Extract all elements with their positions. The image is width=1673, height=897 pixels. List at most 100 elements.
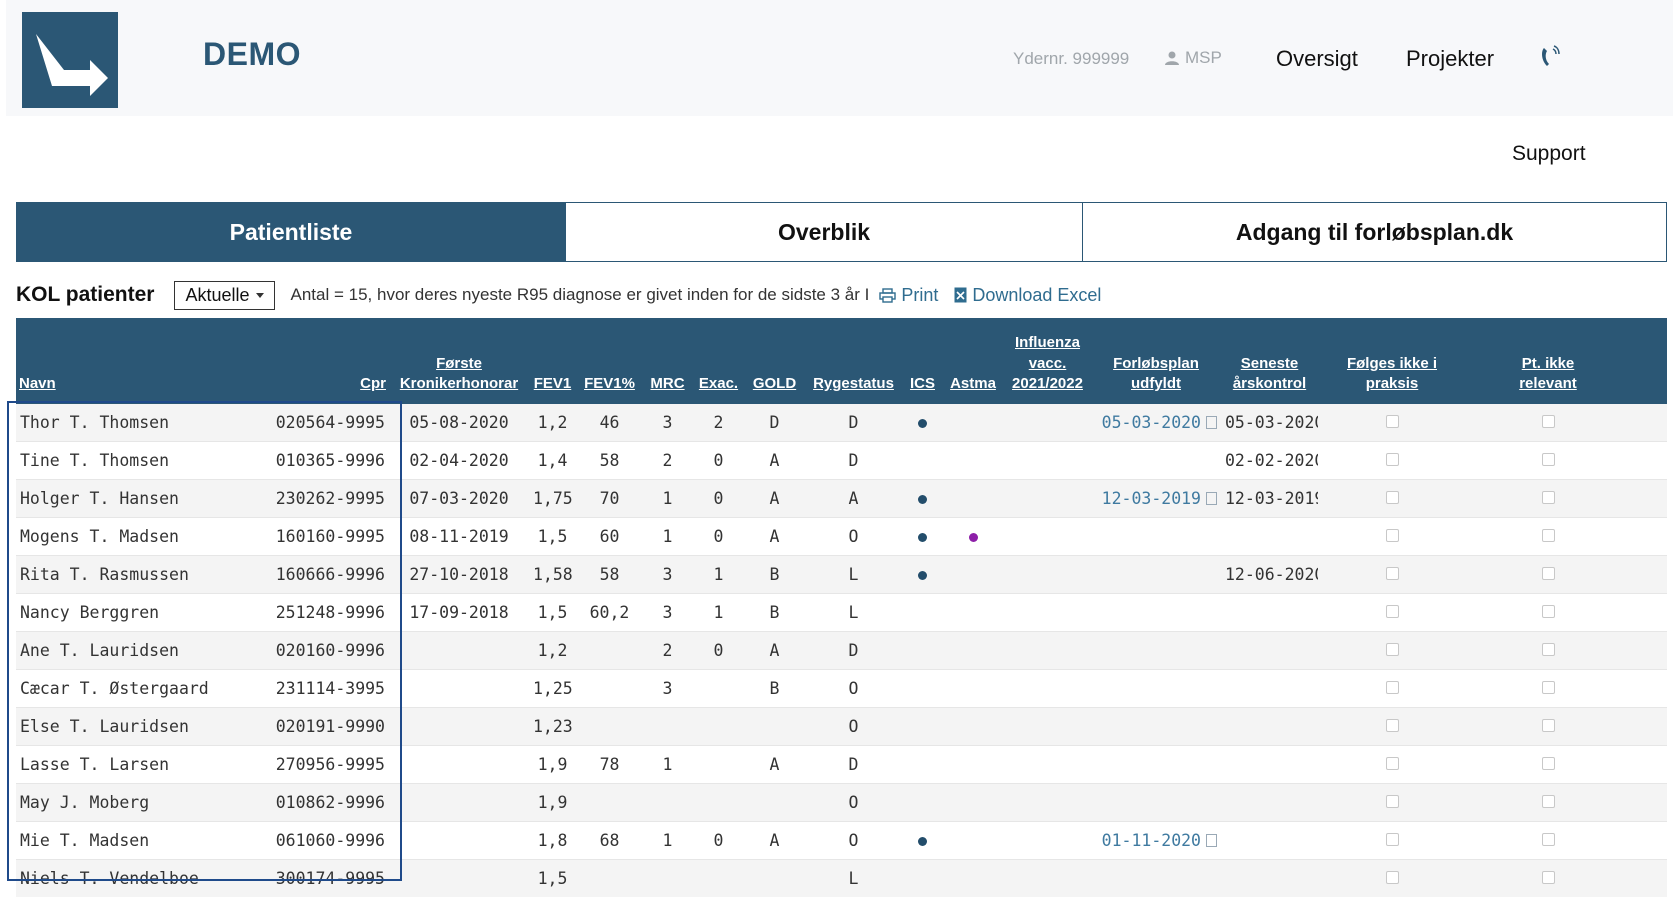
tab-adgang[interactable]: Adgang til forløbsplan.dk [1082,203,1666,261]
folges-ikke-checkbox[interactable] [1386,833,1399,846]
pt-ikke-relevant-checkbox[interactable] [1542,567,1555,580]
col-forste[interactable]: FørsteKronikerhonorar [389,318,529,404]
download-excel-link[interactable]: Download Excel [954,285,1101,306]
patient-name-link[interactable]: Cæcar T. Østergaard [16,670,261,708]
folges-ikke-checkbox[interactable] [1386,757,1399,770]
print-link[interactable]: Print [879,285,938,306]
col-pt-ikke-relevant[interactable]: Pt. ikkerelevant [1466,318,1667,404]
forste-kronikerhonorar-cell: 02-04-2020 [389,442,529,480]
col-seneste[interactable]: Senesteårskontrol [1221,318,1318,404]
ics-cell [903,518,942,556]
folges-ikke-checkbox[interactable] [1386,491,1399,504]
col-folges-ikke[interactable]: Følges ikke ipraksis [1318,318,1466,404]
table-row[interactable]: Lasse T. Larsen270956-99951,9781AD [16,746,1667,784]
forlobsplan-date-link[interactable]: 05-03-2020 [1102,413,1201,432]
patient-name-link[interactable]: Holger T. Hansen [16,480,261,518]
logo[interactable] [22,12,118,108]
pt-ikke-relevant-checkbox[interactable] [1542,681,1555,694]
download-label: Download Excel [972,285,1101,306]
col-fev1p[interactable]: FEV1% [576,318,643,404]
table-row[interactable]: Niels T. Vendelboe300174-99951,5L [16,860,1667,897]
table-row[interactable]: Holger T. Hansen230262-999507-03-20201,7… [16,480,1667,518]
patient-name-link[interactable]: Ane T. Lauridsen [16,632,261,670]
table-row[interactable]: Rita T. Rasmussen160666-999627-10-20181,… [16,556,1667,594]
pt-ikke-relevant-checkbox[interactable] [1542,605,1555,618]
col-forlobsplan[interactable]: Forløbsplanudfyldt [1091,318,1221,404]
status-dropdown[interactable]: Aktuelle [174,281,274,310]
table-row[interactable]: Mogens T. Madsen160160-999508-11-20191,5… [16,518,1667,556]
folges-ikke-checkbox[interactable] [1386,643,1399,656]
folges-ikke-checkbox[interactable] [1386,567,1399,580]
folges-ikke-checkbox[interactable] [1386,605,1399,618]
col-cpr[interactable]: Cpr [261,318,389,404]
forlobsplan-cell[interactable]: 01-11-2020 [1091,822,1221,860]
patient-name-link[interactable]: Lasse T. Larsen [16,746,261,784]
patient-name-link[interactable]: May J. Moberg [16,784,261,822]
pt-ikke-relevant-checkbox[interactable] [1542,453,1555,466]
cpr-cell: 231114-3995 [261,670,389,708]
gold-cell: B [745,556,804,594]
support-link[interactable]: Support [1512,142,1586,166]
col-influenza[interactable]: Influenzavacc.2021/2022 [1004,318,1091,404]
col-exac[interactable]: Exac. [692,318,745,404]
pt-ikke-relevant-checkbox[interactable] [1542,719,1555,732]
pt-ikke-relevant-checkbox[interactable] [1542,757,1555,770]
pdf-icon[interactable] [1206,492,1217,505]
patient-name-link[interactable]: Thor T. Thomsen [16,404,261,442]
col-rygestatus[interactable]: Rygestatus [804,318,903,404]
col-fev1[interactable]: FEV1 [529,318,576,404]
folges-ikke-checkbox[interactable] [1386,529,1399,542]
folges-ikke-checkbox[interactable] [1386,795,1399,808]
rygestatus-cell: O [804,670,903,708]
folges-ikke-checkbox[interactable] [1386,719,1399,732]
col-gold[interactable]: GOLD [745,318,804,404]
rygestatus-cell: D [804,632,903,670]
pt-ikke-relevant-checkbox[interactable] [1542,795,1555,808]
folges-ikke-checkbox[interactable] [1386,871,1399,884]
table-row[interactable]: Cæcar T. Østergaard231114-39951,253BO [16,670,1667,708]
patient-name-link[interactable]: Nancy Berggren [16,594,261,632]
tab-patientliste[interactable]: Patientliste [17,203,565,261]
patient-name-link[interactable]: Niels T. Vendelboe [16,860,261,897]
pt-ikke-relevant-checkbox[interactable] [1542,643,1555,656]
table-row[interactable]: Mie T. Madsen061060-99961,86810AO01-11-2… [16,822,1667,860]
fev1-percent-cell: 70 [576,480,643,518]
col-astma[interactable]: Astma [942,318,1004,404]
folges-ikke-checkbox[interactable] [1386,681,1399,694]
fev1-percent-cell: 78 [576,746,643,784]
user-menu[interactable]: MSP [1164,48,1222,68]
table-row[interactable]: Thor T. Thomsen020564-999505-08-20201,24… [16,404,1667,442]
pt-ikke-relevant-checkbox[interactable] [1542,415,1555,428]
col-navn[interactable]: Navn [16,318,261,404]
forlobsplan-date-link[interactable]: 12-03-2019 [1102,489,1201,508]
forlobsplan-cell[interactable]: 12-03-2019 [1091,480,1221,518]
pt-ikke-relevant-checkbox[interactable] [1542,529,1555,542]
folges-ikke-checkbox[interactable] [1386,453,1399,466]
patient-name-link[interactable]: Else T. Lauridsen [16,708,261,746]
folges-ikke-cell [1318,480,1466,518]
table-row[interactable]: Else T. Lauridsen020191-99901,23O [16,708,1667,746]
patient-name-link[interactable]: Mie T. Madsen [16,822,261,860]
phone-icon[interactable] [1538,44,1564,70]
pt-ikke-relevant-checkbox[interactable] [1542,491,1555,504]
pt-ikke-relevant-checkbox[interactable] [1542,871,1555,884]
col-ics[interactable]: ICS [903,318,942,404]
table-row[interactable]: Tine T. Thomsen010365-999602-04-20201,45… [16,442,1667,480]
nav-oversigt[interactable]: Oversigt [1276,46,1358,72]
table-row[interactable]: May J. Moberg010862-99961,9O [16,784,1667,822]
tab-overblik[interactable]: Overblik [565,203,1082,261]
patient-name-link[interactable]: Mogens T. Madsen [16,518,261,556]
table-row[interactable]: Nancy Berggren251248-999617-09-20181,560… [16,594,1667,632]
table-row[interactable]: Ane T. Lauridsen020160-99961,220AD [16,632,1667,670]
pt-ikke-relevant-checkbox[interactable] [1542,833,1555,846]
nav-projekter[interactable]: Projekter [1406,46,1494,72]
col-mrc[interactable]: MRC [643,318,692,404]
pdf-icon[interactable] [1206,834,1217,847]
forlobsplan-date-link[interactable]: 01-11-2020 [1102,831,1201,850]
influenza-cell [1004,480,1091,518]
pdf-icon[interactable] [1206,416,1217,429]
patient-name-link[interactable]: Rita T. Rasmussen [16,556,261,594]
folges-ikke-checkbox[interactable] [1386,415,1399,428]
patient-name-link[interactable]: Tine T. Thomsen [16,442,261,480]
forlobsplan-cell[interactable]: 05-03-2020 [1091,404,1221,442]
